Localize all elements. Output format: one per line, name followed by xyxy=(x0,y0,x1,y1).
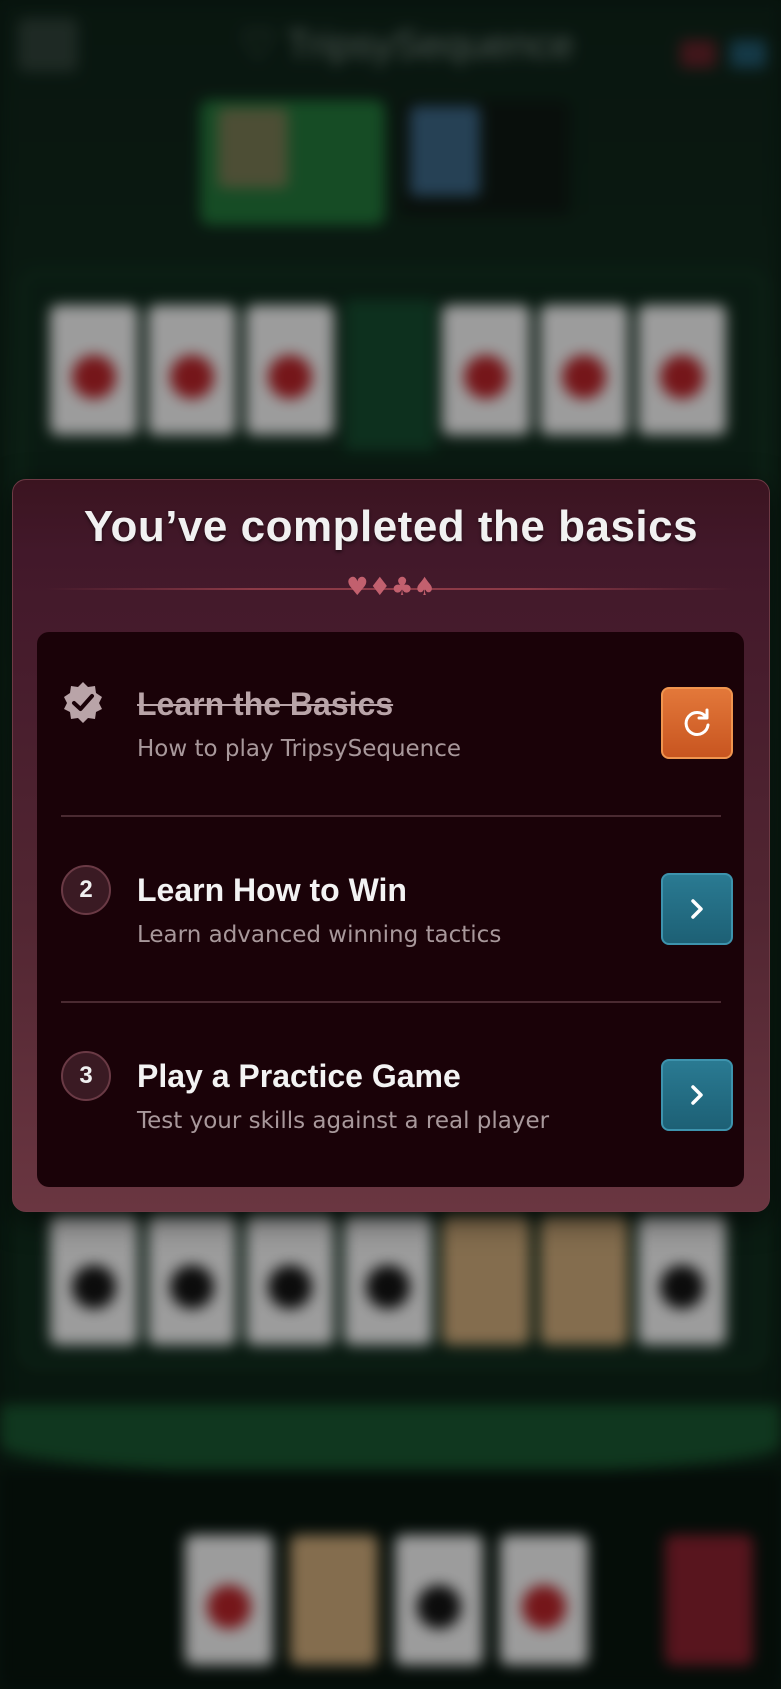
step-title: Learn the Basics xyxy=(137,686,394,722)
step-subtitle: Test your skills against a real player xyxy=(137,1108,550,1134)
step-list: Learn the Basics How to play TripsySeque… xyxy=(37,632,744,1187)
step-subtitle: How to play TripsySequence xyxy=(137,736,462,762)
step-subtitle: Learn advanced winning tactics xyxy=(137,922,502,948)
modal-title: You’ve completed the basics xyxy=(83,502,699,551)
step-item-practice-game: 3 Play a Practice Game Test your skills … xyxy=(37,1004,744,1189)
step-title: Play a Practice Game xyxy=(137,1058,461,1094)
chevron-right-icon xyxy=(691,899,703,919)
tutorial-progress-modal: You’ve completed the basics ♥♦♣♠ Learn t… xyxy=(12,479,770,1212)
replay-button[interactable] xyxy=(661,687,733,759)
step-item-learn-win: 2 Learn How to Win Learn advanced winnin… xyxy=(37,818,744,1003)
step-number: 2 xyxy=(61,865,111,915)
chevron-right-icon xyxy=(691,1085,703,1105)
learn-how-to-win-button[interactable] xyxy=(661,873,733,945)
suits-ornament: ♥♦♣♠ xyxy=(346,572,436,601)
step-number: 3 xyxy=(61,1051,111,1101)
divider xyxy=(61,1001,721,1003)
step-title: Learn How to Win xyxy=(137,872,407,908)
divider xyxy=(61,815,721,817)
step-item-learn-basics: Learn the Basics How to play TripsySeque… xyxy=(37,632,744,817)
replay-icon xyxy=(684,708,710,736)
check-badge-icon xyxy=(64,682,102,723)
play-practice-game-button[interactable] xyxy=(661,1059,733,1131)
